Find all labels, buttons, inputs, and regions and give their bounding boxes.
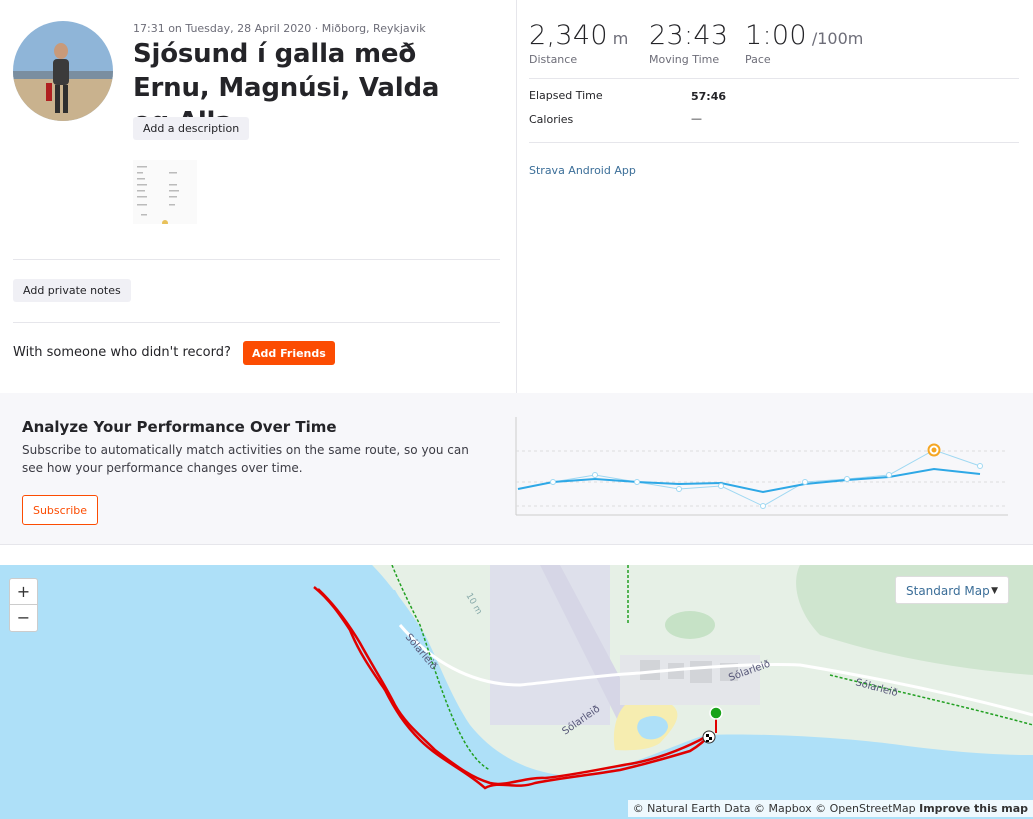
pace-value: 1:00 (745, 20, 807, 51)
attribution-text[interactable]: © Natural Earth Data © Mapbox © OpenStre… (633, 802, 916, 815)
calories-value: — (691, 112, 702, 125)
divider (13, 322, 500, 323)
divider (529, 78, 1019, 79)
add-description-button[interactable]: Add a description (133, 117, 250, 140)
distance-value: 2,340 (529, 20, 608, 51)
route-map[interactable]: Sólarleið Sólarleið Sólarleið Sólarleið … (0, 565, 1033, 819)
calories-label: Calories (529, 113, 574, 126)
stat-moving-time: 23:43 Moving Time (649, 20, 728, 66)
elapsed-time-label: Elapsed Time (529, 89, 603, 102)
analyze-description: Subscribe to automatically match activit… (22, 443, 469, 475)
stat-distance: 2,340 m Distance (529, 20, 628, 66)
map-attribution: © Natural Earth Data © Mapbox © OpenStre… (627, 800, 1033, 817)
divider (529, 142, 1019, 143)
start-marker[interactable] (709, 706, 723, 720)
add-private-notes-button[interactable]: Add private notes (13, 279, 131, 302)
add-friends-button[interactable]: Add Friends (243, 341, 335, 365)
stat-pace: 1:00/100m Pace (745, 20, 863, 66)
map-type-select[interactable]: Standard Map ▼ (895, 576, 1009, 604)
activity-meta: 17:31 on Tuesday, 28 April 2020 · Miðbor… (133, 22, 426, 35)
moving-time-value: 23:43 (649, 20, 729, 51)
device-link[interactable]: Strava Android App (529, 164, 636, 177)
finish-flag-icon[interactable] (702, 730, 716, 744)
subscribe-button[interactable]: Subscribe (22, 495, 98, 525)
activity-summary: 17:31 on Tuesday, 28 April 2020 · Miðbor… (0, 0, 516, 393)
pace-label: Pace (745, 53, 771, 66)
pace-unit: /100m (811, 29, 864, 48)
improve-map-link[interactable]: Improve this map (919, 802, 1028, 815)
avatar[interactable] (13, 21, 113, 121)
analyze-heading: Analyze Your Performance Over Time (22, 418, 337, 436)
photo-thumbnail[interactable] (133, 160, 197, 226)
chevron-down-icon: ▼ (991, 586, 998, 596)
divider (13, 259, 500, 260)
distance-unit: m (612, 29, 629, 48)
elapsed-time-value: 57:46 (691, 90, 727, 103)
activity-header: 17:31 on Tuesday, 28 April 2020 · Miðbor… (0, 0, 1033, 393)
performance-preview-graph (515, 417, 1008, 516)
analyze-performance-panel: Analyze Your Performance Over Time Subsc… (0, 393, 1033, 545)
zoom-control: + − (9, 578, 38, 632)
moving-time-label: Moving Time (649, 53, 720, 66)
zoom-out-button[interactable]: − (10, 605, 37, 631)
map-canvas[interactable]: Sólarleið Sólarleið Sólarleið Sólarleið … (0, 565, 1033, 819)
map-type-label: Standard Map (906, 584, 990, 598)
with-someone-text: With someone who didn't record? (13, 345, 231, 360)
zoom-in-button[interactable]: + (10, 579, 37, 605)
distance-label: Distance (529, 53, 578, 66)
